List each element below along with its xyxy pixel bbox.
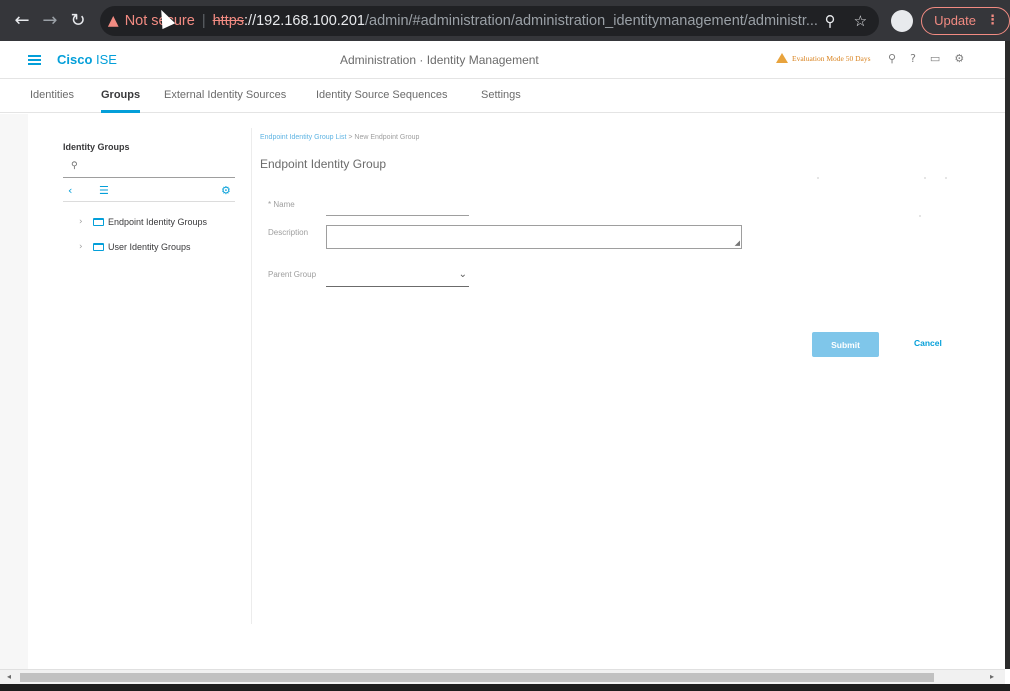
chevron-right-icon[interactable]: › <box>79 217 93 227</box>
brand-logo[interactable]: Cisco ISE <box>57 52 117 67</box>
url-path: /admin/#administration/administration_id… <box>364 12 818 29</box>
description-label: Description <box>268 228 309 237</box>
resize-handle-icon[interactable]: ◢ <box>735 240 740 247</box>
chevron-down-icon: ⌄ <box>458 269 467 280</box>
breadcrumb: Endpoint Identity Group List > New Endpo… <box>260 134 419 141</box>
tree-item-user-identity-groups[interactable]: › User Identity Groups <box>63 234 235 259</box>
form-title: Endpoint Identity Group <box>260 157 387 171</box>
update-label: Update <box>934 13 976 28</box>
speck <box>924 177 926 179</box>
gear-icon[interactable]: ⚙ <box>221 184 231 197</box>
kebab-menu-icon: ⋮ <box>986 13 999 28</box>
browser-toolbar: ← → ↻ ▲ Not secure | https://192.168.100… <box>0 0 1010 41</box>
panel-title: Identity Groups <box>63 142 130 152</box>
name-input[interactable] <box>326 215 469 216</box>
search-icon: ⚲ <box>71 161 78 171</box>
tree-view-icon[interactable]: ☰ <box>99 184 109 197</box>
warning-icon <box>776 53 788 63</box>
speck <box>945 177 947 179</box>
speck <box>817 177 819 179</box>
hamburger-menu-icon[interactable] <box>28 54 41 65</box>
bookmark-star-icon[interactable]: ☆ <box>854 12 867 30</box>
search-icon[interactable]: ⚲ <box>888 52 896 65</box>
tab-bar: Identities Groups External Identity Sour… <box>0 80 1005 113</box>
profile-avatar[interactable] <box>891 9 914 32</box>
eval-text: Evaluation Mode 50 Days <box>792 53 871 63</box>
page-gutter <box>0 114 28 669</box>
omnibox-divider: | <box>201 12 206 29</box>
evaluation-badge[interactable]: Evaluation Mode 50 Days <box>776 53 871 63</box>
warning-icon: ▲ <box>107 12 119 29</box>
cancel-button[interactable]: Cancel <box>914 338 942 348</box>
back-arrow-icon[interactable]: ← <box>8 7 36 35</box>
tree-toolbar: ‹ ☰ ⚙ <box>63 182 235 202</box>
url-scheme: https <box>212 12 245 29</box>
name-label: * Name <box>268 200 295 209</box>
os-taskbar <box>0 684 1010 691</box>
tab-groups[interactable]: Groups <box>101 89 140 101</box>
parent-group-select[interactable]: ⌄ <box>326 265 469 287</box>
group-search-input[interactable]: ⚲ <box>63 160 235 178</box>
folder-icon <box>93 217 104 226</box>
tab-identity-source-sequences[interactable]: Identity Source Sequences <box>316 89 447 101</box>
description-textarea[interactable]: ◢ <box>326 225 742 249</box>
chevron-right-icon[interactable]: › <box>79 242 93 252</box>
ise-header: Cisco ISE Administration · Identity Mana… <box>0 41 1005 79</box>
identity-groups-panel: Identity Groups ⚲ ‹ ☰ ⚙ › Endpoint Ident… <box>63 142 235 259</box>
tab-settings[interactable]: Settings <box>481 89 521 101</box>
scroll-left-arrow-icon[interactable]: ◂ <box>7 672 11 681</box>
parent-group-label: Parent Group <box>268 270 317 279</box>
scroll-right-arrow-icon[interactable]: ▸ <box>990 672 994 681</box>
scrollbar-thumb[interactable] <box>20 673 934 682</box>
horizontal-scrollbar[interactable]: ◂ ▸ <box>0 669 1005 684</box>
active-tab-indicator <box>101 110 140 113</box>
panel-divider <box>251 128 252 624</box>
brand-bold: Cisco <box>57 52 93 67</box>
forward-arrow-icon[interactable]: → <box>36 7 64 35</box>
tab-external-identity-sources[interactable]: External Identity Sources <box>164 89 286 101</box>
zoom-icon[interactable]: ⚲ <box>825 12 836 30</box>
gear-icon[interactable]: ⚙ <box>954 52 964 65</box>
update-button[interactable]: Update ⋮ <box>921 6 1010 35</box>
tree-item-label: User Identity Groups <box>108 241 191 252</box>
breadcrumb-current: New Endpoint Group <box>354 134 420 141</box>
help-icon[interactable]: ? <box>910 52 916 65</box>
brand-light: ISE <box>92 52 117 67</box>
vertical-scrollbar[interactable] <box>1005 41 1010 669</box>
notifications-icon[interactable]: ▭ <box>930 52 940 65</box>
submit-button[interactable]: Submit <box>812 332 879 357</box>
breadcrumb-link[interactable]: Endpoint Identity Group List <box>260 134 346 141</box>
tree-item-endpoint-identity-groups[interactable]: › Endpoint Identity Groups <box>63 209 235 234</box>
breadcrumb-separator: > <box>348 134 353 141</box>
collapse-arrow-icon[interactable]: ‹ <box>68 184 72 197</box>
folder-icon <box>93 242 104 251</box>
tab-identities[interactable]: Identities <box>30 89 74 101</box>
main-content: Identity Groups ⚲ ‹ ☰ ⚙ › Endpoint Ident… <box>28 114 1005 669</box>
page-title: Administration · Identity Management <box>340 52 539 67</box>
address-bar[interactable]: ▲ Not secure | https://192.168.100.201/a… <box>99 5 880 36</box>
tree-item-label: Endpoint Identity Groups <box>108 216 208 227</box>
speck <box>919 215 921 217</box>
url-host: ://192.168.100.201 <box>244 12 365 29</box>
reload-icon[interactable]: ↻ <box>64 7 92 35</box>
